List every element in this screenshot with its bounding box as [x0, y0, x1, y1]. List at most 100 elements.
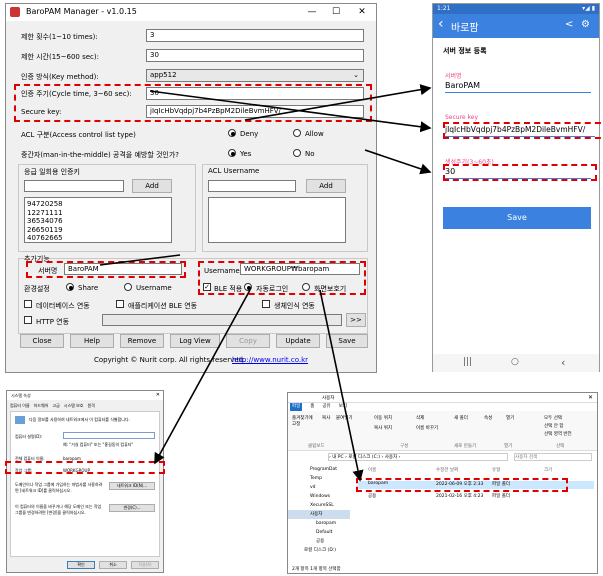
tree-item[interactable]: ProgramDat	[288, 465, 350, 474]
acl-add-button[interactable]: Add	[306, 179, 346, 193]
tree-item[interactable]: 공용	[288, 537, 350, 546]
ribbon-new-folder[interactable]: 새 폴더	[454, 415, 468, 421]
maximize-icon[interactable]: ☐	[326, 6, 346, 18]
phone-cycle-input[interactable]: 30	[445, 167, 591, 179]
http-link-checkbox[interactable]	[24, 316, 32, 324]
mitm-no-radio[interactable]	[293, 149, 301, 157]
close-icon[interactable]: ✕	[352, 6, 372, 18]
acl-username-list[interactable]	[208, 197, 346, 243]
copyright-link[interactable]: http://www.nurit.co.kr	[232, 356, 308, 364]
ribbon-delete[interactable]: 삭제	[416, 415, 424, 421]
sys-close-icon[interactable]: ✕	[156, 392, 160, 398]
ribbon-move[interactable]: 이동 위치	[374, 415, 392, 421]
ribbon-rename[interactable]: 이름 바꾸기	[416, 425, 438, 431]
ribbon-copy[interactable]: 복사	[322, 415, 330, 421]
explorer-close-icon[interactable]: ✕	[588, 394, 593, 401]
col-type[interactable]: 유형	[492, 467, 500, 473]
env-share-radio[interactable]	[66, 283, 74, 291]
list-item[interactable]: 94720258	[27, 200, 169, 209]
col-size[interactable]: 크기	[544, 467, 552, 473]
list-item[interactable]: 36534076	[27, 217, 169, 226]
address-bar[interactable]: › 내 PC › 로컬 디스크 (C:) › 사용자 ›	[328, 453, 508, 461]
network-id-button[interactable]: 네트워크 ID(N)...	[109, 482, 155, 490]
tree-item[interactable]: vd	[288, 483, 350, 492]
tree-item[interactable]: 사용자	[288, 510, 350, 519]
list-item[interactable]: 40762665	[27, 234, 169, 243]
auth-method-select[interactable]: app512 ⌄	[146, 69, 364, 82]
db-link-checkbox[interactable]	[24, 300, 32, 308]
back-icon[interactable]: ‹	[438, 16, 444, 32]
ribbon-properties[interactable]: 속성	[484, 415, 492, 421]
phone-secure-key-input[interactable]: jIqIcHbVqdpj7b4PzBpM2DileBvmHFV/	[445, 125, 595, 137]
nav-back-icon[interactable]: ‹	[561, 356, 565, 369]
phone-save-button[interactable]: Save	[443, 207, 591, 229]
log-view-button[interactable]: Log View	[170, 334, 220, 348]
tree-item[interactable]: Windows	[288, 492, 350, 501]
app-ble-checkbox[interactable]	[116, 300, 124, 308]
list-item[interactable]: 26650119	[27, 226, 169, 235]
ribbon-pin[interactable]: 즐겨찾기에 고정	[292, 415, 318, 427]
ribbon-select-all[interactable]: 모두 선택	[544, 415, 562, 421]
help-button[interactable]: Help	[70, 334, 114, 348]
secure-key-input[interactable]: jIqIcHbVqdpj7b4PzBpM2DileBvmHFV/	[146, 105, 364, 118]
ribbon-invert[interactable]: 선택 영역 반전	[544, 431, 572, 437]
sys-ok-button[interactable]: 확인	[67, 561, 95, 569]
home-icon[interactable]: ○	[511, 357, 519, 367]
sys-apply-button[interactable]: 적용(A)	[131, 561, 159, 569]
tab-advanced[interactable]: 고급	[52, 403, 59, 411]
change-button[interactable]: 변경(C)...	[109, 504, 155, 512]
bio-link-checkbox[interactable]	[262, 300, 270, 308]
tree-item[interactable]: baropam	[288, 519, 350, 528]
env-username-radio[interactable]	[124, 283, 132, 291]
remove-button[interactable]: Remove	[120, 334, 164, 348]
mitm-yes-radio[interactable]	[228, 149, 236, 157]
update-button[interactable]: Update	[276, 334, 320, 348]
tab-hardware[interactable]: 하드웨어	[34, 403, 49, 411]
table-row[interactable]: 공용 2021-02-16 오후 4:23 파일 폴더	[358, 493, 594, 501]
http-url-input[interactable]	[102, 314, 342, 326]
ribbon-copyto[interactable]: 복사 위치	[374, 425, 392, 431]
ribbon-open[interactable]: 열기	[506, 415, 514, 421]
menu-view[interactable]: 보기	[339, 403, 347, 411]
emergency-key-list[interactable]: 94720258 12271111 36534076 26650119 4076…	[24, 197, 172, 243]
tab-computer-name[interactable]: 컴퓨터 이름	[10, 403, 30, 411]
copy-button[interactable]: Copy	[226, 334, 270, 348]
more-button[interactable]: >>	[346, 313, 366, 327]
list-item[interactable]: 12271111	[27, 209, 169, 218]
menu-share[interactable]: 공유	[322, 403, 330, 411]
tab-system-protection[interactable]: 시스템 보호	[64, 403, 84, 411]
col-date[interactable]: 수정한 날짜	[436, 467, 458, 473]
minimize-icon[interactable]: —	[302, 6, 322, 18]
gear-icon[interactable]: ⚙	[581, 19, 590, 30]
ble-checkbox[interactable]: ✓	[203, 283, 211, 291]
auto-login-radio[interactable]	[244, 283, 252, 291]
username-input[interactable]: WORKGROUP₩baropam	[240, 263, 360, 275]
computer-desc-input[interactable]	[63, 432, 155, 439]
save-button[interactable]: Save	[326, 334, 368, 348]
share-icon[interactable]: <	[565, 19, 573, 30]
tree-item[interactable]: 로컬 디스크 (D:)	[288, 546, 350, 555]
phone-server-name-input[interactable]: BaroPAM	[445, 81, 591, 93]
recent-apps-icon[interactable]: |||	[463, 357, 472, 367]
acl-allow-radio[interactable]	[293, 129, 301, 137]
cycle-input[interactable]: 30	[146, 87, 364, 100]
close-button[interactable]: Close	[20, 334, 64, 348]
screen-saver-radio[interactable]	[302, 283, 310, 291]
sys-cancel-button[interactable]: 취소	[99, 561, 127, 569]
emergency-key-input[interactable]	[24, 180, 124, 192]
ribbon-paste[interactable]: 붙여넣기	[336, 415, 353, 421]
limit-time-input[interactable]: 30	[146, 49, 364, 62]
server-name-input[interactable]: BaroPAM	[64, 263, 182, 275]
ribbon-select-none[interactable]: 선택 안 함	[544, 423, 563, 429]
tree-item[interactable]: XecureSSL	[288, 501, 350, 510]
emergency-add-button[interactable]: Add	[132, 179, 172, 193]
tab-remote[interactable]: 원격	[87, 403, 94, 411]
menu-file[interactable]: 파일	[290, 403, 303, 411]
acl-deny-radio[interactable]	[228, 129, 236, 137]
limit-count-input[interactable]: 3	[146, 29, 364, 42]
menu-home[interactable]: 홈	[310, 403, 314, 411]
acl-username-input[interactable]	[208, 180, 296, 192]
col-name[interactable]: 이름	[368, 467, 376, 473]
tree-item[interactable]: Temp	[288, 474, 350, 483]
tree-item[interactable]: Default	[288, 528, 350, 537]
